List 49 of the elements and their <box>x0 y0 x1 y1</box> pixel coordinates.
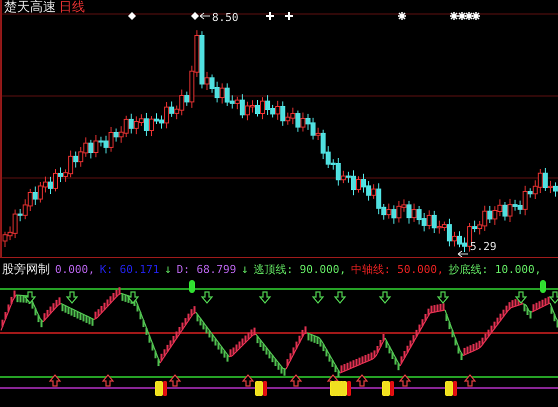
signal-block-icon <box>382 381 394 396</box>
indicator-value: 抄底线: 10.000, <box>448 262 542 276</box>
period-label: 日线 <box>59 0 85 15</box>
up-arrow-icon <box>242 374 254 387</box>
star-icon <box>397 11 407 21</box>
star-icon <box>457 11 467 21</box>
low-price-label: 5.29 <box>470 240 496 253</box>
up-arrow-icon <box>48 374 62 387</box>
up-arrow-icon <box>102 374 114 387</box>
indicator-name: 股旁网制 <box>2 260 50 278</box>
up-arrow-icon <box>398 374 412 387</box>
down-arrow-icon <box>200 291 214 304</box>
star-icon <box>464 11 474 21</box>
star-icon <box>449 11 459 21</box>
up-arrow-icon <box>168 374 182 387</box>
down-arrow-icon <box>436 291 450 304</box>
up-arrow-icon <box>356 374 368 387</box>
plus-icon <box>284 11 294 21</box>
signal-block-icon <box>255 381 267 396</box>
high-price-label: 8.50 <box>212 11 238 24</box>
down-arrow-icon <box>312 291 324 304</box>
up-arrow-icon <box>290 374 302 387</box>
down-arrow-icon <box>66 291 78 304</box>
down-arrow-icon <box>334 291 346 304</box>
indicator-value: 0.000, <box>55 262 95 276</box>
signal-block-icon <box>445 381 457 396</box>
diamond-icon <box>128 12 136 20</box>
trend-arrow: ↓ <box>164 262 172 276</box>
down-arrow-icon <box>258 291 272 304</box>
down-arrow-icon <box>126 291 140 304</box>
down-arrow-icon <box>514 291 528 304</box>
stock-name: 楚天高速 <box>4 0 56 15</box>
star-icon <box>471 11 481 21</box>
diamond-icon <box>191 12 199 20</box>
down-arrow-icon <box>378 291 392 304</box>
trend-arrow: ↓ <box>241 262 248 276</box>
arrow-icon <box>200 12 210 20</box>
marker-pill <box>540 280 546 293</box>
signal-block-icon <box>155 381 167 396</box>
down-arrow-icon <box>24 291 36 304</box>
up-arrow-icon <box>464 374 476 387</box>
marker-pill <box>189 280 195 293</box>
indicator-value: K: 60.171 <box>100 262 160 276</box>
indicator-value: D: 68.799 <box>176 262 236 276</box>
signal-block-icon <box>330 381 351 396</box>
indicator-value: 逃顶线: 90.000, <box>253 262 346 276</box>
arrow-icon <box>458 250 468 257</box>
plus-icon <box>265 11 275 21</box>
indicator-value: 中轴线: 50.000, <box>351 262 444 276</box>
